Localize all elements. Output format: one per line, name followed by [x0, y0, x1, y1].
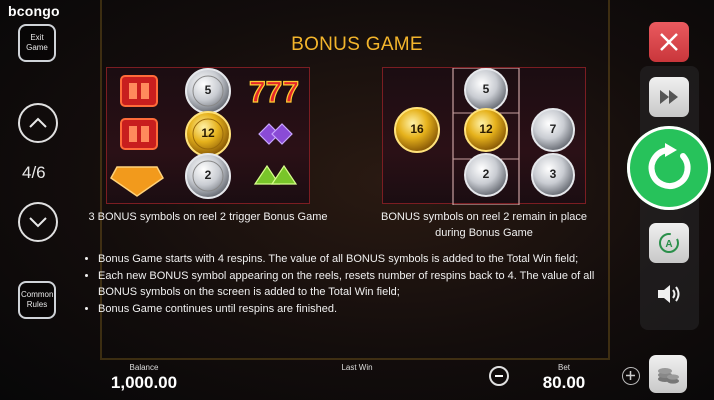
bet-label: Bet: [557, 363, 570, 372]
minus-icon: [495, 375, 503, 377]
purple-gem-symbol: [258, 123, 293, 145]
speaker-icon: [658, 285, 680, 303]
common-rules-label: Common Rules: [21, 290, 54, 309]
orange-diamond-symbol: [110, 166, 164, 197]
chevron-down-icon: [29, 217, 47, 228]
page-title: BONUS GAME: [291, 34, 423, 55]
coin-value: 5: [204, 83, 212, 97]
previous-page-button[interactable]: [18, 103, 58, 143]
page-indicator: 4/6: [22, 163, 46, 182]
autoplay-button[interactable]: A: [649, 223, 689, 263]
balance-label: Balance: [129, 363, 159, 372]
spin-button[interactable]: [627, 126, 711, 210]
right-caption-line2: during Bonus Game: [435, 227, 533, 239]
decrease-bet-button[interactable]: [489, 366, 509, 386]
increase-bet-button[interactable]: [622, 367, 640, 385]
coin-value: 3: [549, 167, 557, 181]
rule-item: Bonus Game starts with 4 respins. The va…: [98, 251, 618, 268]
coin-value: 5: [482, 82, 490, 96]
bet-settings-button[interactable]: [649, 355, 687, 393]
coin-value: 12: [479, 122, 493, 136]
close-button[interactable]: [649, 22, 689, 62]
sound-button[interactable]: [650, 278, 688, 310]
turbo-button[interactable]: [649, 77, 689, 117]
coin-value: 7: [549, 122, 557, 136]
coin-value: 2: [482, 167, 490, 181]
chevron-up-icon: [29, 117, 47, 128]
common-rules-button[interactable]: Common Rules: [18, 281, 56, 319]
green-gem-symbol: [253, 164, 298, 185]
rule-item: Bonus Game continues until respins are f…: [98, 301, 618, 318]
last-win-label: Last Win: [341, 363, 373, 372]
next-page-button[interactable]: [18, 202, 58, 242]
autoplay-icon: A: [659, 233, 679, 253]
bonus-hold-example: 5 16 12 7 2 3: [382, 67, 586, 205]
svg-text:777: 777: [249, 76, 299, 109]
bonus-trigger-example: 777 5 12 2: [106, 67, 310, 204]
triple-seven-symbol: 777: [248, 75, 299, 109]
bet-value: 80.00: [542, 373, 586, 392]
right-caption-line1: BONUS symbols on reel 2 remain in place: [380, 211, 588, 223]
coin-value: 16: [410, 122, 424, 136]
coin-value: 12: [201, 126, 215, 140]
coin-stack-icon: [658, 368, 679, 384]
rule-item: Each new BONUS symbol appearing on the r…: [98, 268, 618, 301]
fast-forward-icon: [660, 90, 678, 104]
balance-value: 1,000.00: [110, 373, 178, 392]
coin-value: 2: [204, 168, 212, 182]
left-caption: 3 BONUS symbols on reel 2 trigger Bonus …: [88, 211, 328, 223]
spin-arrow-icon: [648, 143, 691, 189]
rules-list: Bonus Game starts with 4 respins. The va…: [86, 251, 618, 317]
red-bar-symbol: [120, 75, 158, 107]
svg-text:A: A: [665, 239, 672, 250]
close-icon: [660, 33, 678, 51]
plus-icon: [626, 371, 635, 380]
brand-logo: bcongo: [8, 3, 60, 19]
red-bar-symbol: [120, 118, 158, 150]
right-caption: BONUS symbols on reel 2 remain in place …: [366, 209, 602, 241]
